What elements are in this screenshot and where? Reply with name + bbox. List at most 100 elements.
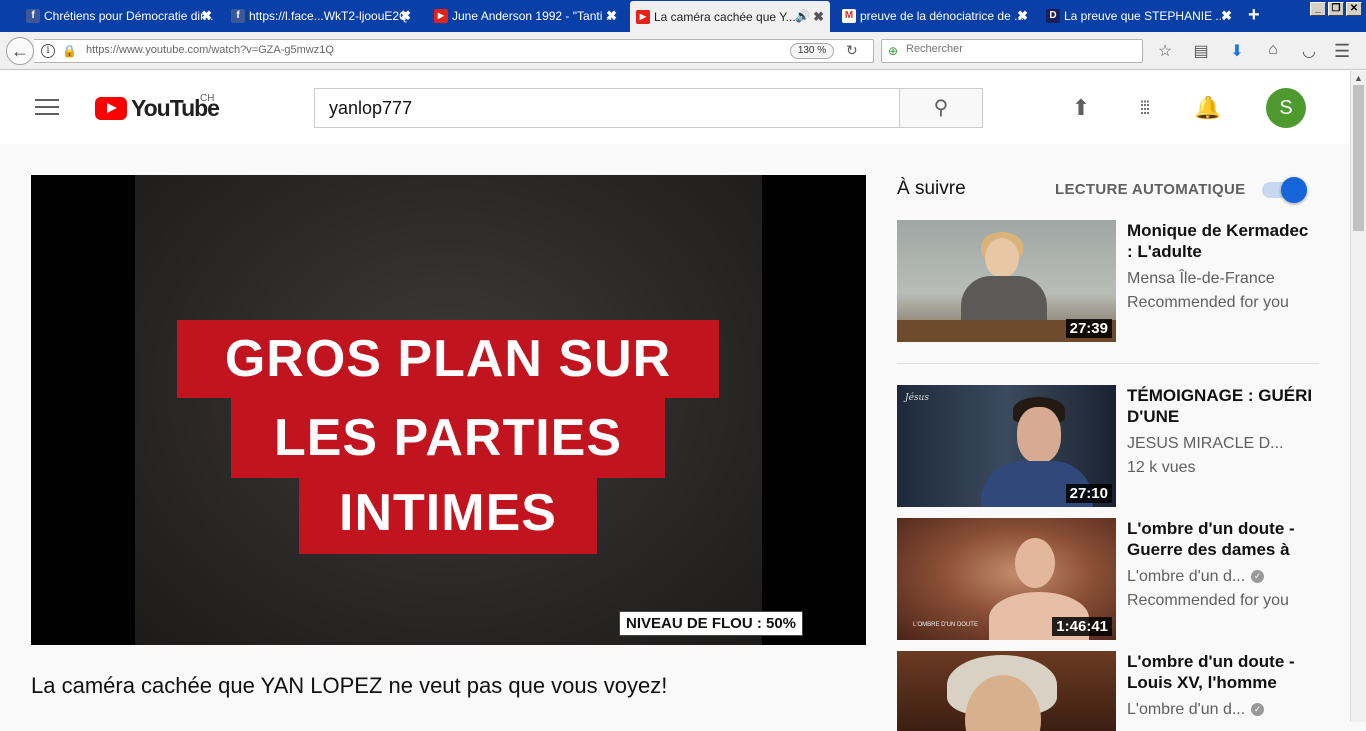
browser-menu-icon[interactable]: ☰ xyxy=(1334,41,1350,62)
search-engine-icon[interactable]: ⊕ xyxy=(888,44,898,58)
reading-list-icon[interactable]: ▤ xyxy=(1190,41,1212,61)
channel-name[interactable]: JESUS MIRACLE D... xyxy=(1127,432,1302,455)
youtube-play-icon xyxy=(95,97,127,120)
video-caption-line-2: LES PARTIES xyxy=(231,398,665,478)
recommendation-meta: Recommended for you xyxy=(1127,592,1289,609)
dp-icon: D xyxy=(1046,9,1060,23)
section-divider xyxy=(897,363,1319,364)
browser-tab-1[interactable]: f Chrétiens pour Démocratie dir... ✖ xyxy=(20,2,218,30)
zoom-badge[interactable]: 130 % xyxy=(790,43,834,59)
tab-label: preuve de la dénociatrice de ... xyxy=(860,9,1025,23)
reload-icon[interactable]: ↻ xyxy=(846,42,858,59)
channel-watermark: Jésus xyxy=(905,393,929,403)
browser-tab-2[interactable]: f https://l.face...WkT2-ljoouE2Q ✖ xyxy=(225,2,417,30)
recommendation-meta: Recommended for you xyxy=(1127,294,1289,311)
close-tab-icon[interactable]: ✖ xyxy=(201,8,212,24)
home-icon[interactable]: ⌂ xyxy=(1262,41,1284,61)
toggle-knob xyxy=(1281,177,1307,203)
tab-label: La caméra cachée que Y... xyxy=(654,9,796,24)
video-thumbnail[interactable] xyxy=(897,651,1116,731)
facebook-icon: f xyxy=(26,9,40,23)
youtube-icon: ▶ xyxy=(636,10,650,24)
tab-label: June Anderson 1992 - "Tanti ... xyxy=(452,9,616,23)
lock-icon: 🔒 xyxy=(62,44,77,58)
channel-watermark: L'OMBRE D'UN DOUTE xyxy=(913,622,978,628)
verified-check-icon: ✓ xyxy=(1251,570,1265,584)
tab-label: La preuve que STEPHANIE ... xyxy=(1064,9,1226,23)
minimize-icon[interactable]: _ xyxy=(1310,2,1326,16)
browser-tab-4-active[interactable]: ▶ La caméra cachée que Y... 🔊 ✖ xyxy=(630,1,830,32)
scroll-up-icon[interactable]: ▲ xyxy=(1354,73,1363,83)
browser-search-input[interactable] xyxy=(906,43,1136,55)
close-tab-icon[interactable]: ✖ xyxy=(606,8,617,24)
recommended-title[interactable]: Monique de Kermadec : L'adulte xyxy=(1127,220,1317,262)
url-bar[interactable]: i 🔒 https://www.youtube.com/watch?v=GZA-… xyxy=(34,39,874,63)
view-count: 12 k vues xyxy=(1127,459,1196,476)
autoplay-label: LECTURE AUTOMATIQUE xyxy=(1055,181,1246,198)
back-button[interactable]: ← xyxy=(6,37,34,65)
autoplay-toggle[interactable] xyxy=(1262,177,1307,203)
video-thumbnail[interactable]: 27:39 xyxy=(897,220,1116,342)
video-player[interactable]: GROS PLAN SUR LES PARTIES INTIMES NIVEAU… xyxy=(31,175,866,645)
close-window-icon[interactable]: ✕ xyxy=(1346,2,1362,16)
scrollbar-thumb[interactable] xyxy=(1353,85,1364,231)
close-tab-icon[interactable]: ✖ xyxy=(1221,8,1232,24)
restore-icon[interactable]: ❐ xyxy=(1328,2,1344,16)
up-next-heading: À suivre xyxy=(897,178,966,199)
recommended-video-2[interactable]: Jésus 27:10 TÉMOIGNAGE : GUÉRI D'UNE JES… xyxy=(897,385,1327,507)
browser-tab-6[interactable]: D La preuve que STEPHANIE ... ✖ xyxy=(1040,2,1238,30)
video-caption-line-3: INTIMES xyxy=(299,478,597,554)
notifications-bell-icon[interactable]: 🔔 xyxy=(1194,95,1221,121)
channel-name[interactable]: Mensa Île-de-France xyxy=(1127,267,1302,290)
recommended-video-1[interactable]: 27:39 Monique de Kermadec : L'adulte Men… xyxy=(897,220,1327,342)
youtube-search-box[interactable] xyxy=(314,88,900,128)
gmail-icon: M xyxy=(842,9,856,23)
avatar[interactable]: S xyxy=(1266,88,1306,128)
close-tab-icon[interactable]: ✖ xyxy=(813,9,824,25)
video-title: La caméra cachée que YAN LOPEZ ne veut p… xyxy=(31,673,668,698)
channel-row[interactable]: L'ombre d'un d... ✓ xyxy=(1127,565,1302,588)
new-tab-button[interactable]: + xyxy=(1248,4,1260,27)
browser-tab-bar: f Chrétiens pour Démocratie dir... ✖ f h… xyxy=(0,0,1366,32)
channel-name[interactable]: L'ombre d'un d... xyxy=(1127,568,1245,585)
tab-label: https://l.face...WkT2-ljoouE2Q xyxy=(249,9,409,23)
channel-row[interactable]: L'ombre d'un d... ✓ xyxy=(1127,698,1302,721)
tab-label: Chrétiens pour Démocratie dir... xyxy=(44,9,214,23)
recommended-video-4[interactable]: L'ombre d'un doute - Louis XV, l'homme L… xyxy=(897,651,1327,731)
upload-icon[interactable]: ⬆ xyxy=(1068,95,1094,121)
duration-badge: 27:39 xyxy=(1065,319,1112,338)
page-scrollbar[interactable]: ▲ xyxy=(1350,71,1366,722)
recommended-title[interactable]: L'ombre d'un doute - Guerre des dames à xyxy=(1127,518,1317,560)
channel-name[interactable]: L'ombre d'un d... xyxy=(1127,701,1245,718)
bookmark-star-icon[interactable]: ☆ xyxy=(1154,41,1176,61)
youtube-search-input[interactable] xyxy=(315,89,899,127)
youtube-logo[interactable]: YouTube CH xyxy=(95,93,220,122)
browser-toolbar-icons: ☆ ▤ ⬇ ⌂ ◡ xyxy=(1154,41,1320,61)
speaker-icon[interactable]: 🔊 xyxy=(795,9,810,23)
duration-badge: 1:46:41 xyxy=(1052,617,1112,636)
video-thumbnail[interactable]: Jésus 27:10 xyxy=(897,385,1116,507)
apps-grid-icon[interactable]: ⁞⁞⁞ xyxy=(1131,95,1157,121)
youtube-icon: ▶ xyxy=(434,9,448,23)
recommended-title[interactable]: L'ombre d'un doute - Louis XV, l'homme xyxy=(1127,651,1317,693)
guide-menu-icon[interactable] xyxy=(35,99,59,117)
video-thumbnail[interactable]: L'OMBRE D'UN DOUTE 1:46:41 xyxy=(897,518,1116,640)
video-caption-line-1: GROS PLAN SUR xyxy=(177,320,719,398)
pocket-icon[interactable]: ◡ xyxy=(1298,41,1320,61)
download-icon[interactable]: ⬇ xyxy=(1226,41,1248,61)
browser-search-box[interactable]: ⊕ xyxy=(881,39,1143,63)
recommended-title[interactable]: TÉMOIGNAGE : GUÉRI D'UNE xyxy=(1127,385,1317,427)
search-button[interactable]: ⚲ xyxy=(899,88,983,128)
youtube-header: YouTube CH ⚲ ⬆ ⁞⁞⁞ 🔔 S xyxy=(0,71,1350,144)
window-controls: _ ❐ ✕ xyxy=(1310,2,1362,16)
close-tab-icon[interactable]: ✖ xyxy=(400,8,411,24)
close-tab-icon[interactable]: ✖ xyxy=(1017,8,1028,24)
site-info-icon[interactable]: i xyxy=(41,44,55,58)
recommended-video-3[interactable]: L'OMBRE D'UN DOUTE 1:46:41 L'ombre d'un … xyxy=(897,518,1327,640)
search-icon: ⚲ xyxy=(933,97,949,119)
blur-level-label: NIVEAU DE FLOU : 50% xyxy=(619,611,804,636)
verified-check-icon: ✓ xyxy=(1251,703,1265,717)
url-text[interactable]: https://www.youtube.com/watch?v=GZA-g5mw… xyxy=(86,44,334,56)
browser-tab-3[interactable]: ▶ June Anderson 1992 - "Tanti ... ✖ xyxy=(428,2,623,30)
browser-tab-5[interactable]: M preuve de la dénociatrice de ... ✖ xyxy=(836,2,1034,30)
